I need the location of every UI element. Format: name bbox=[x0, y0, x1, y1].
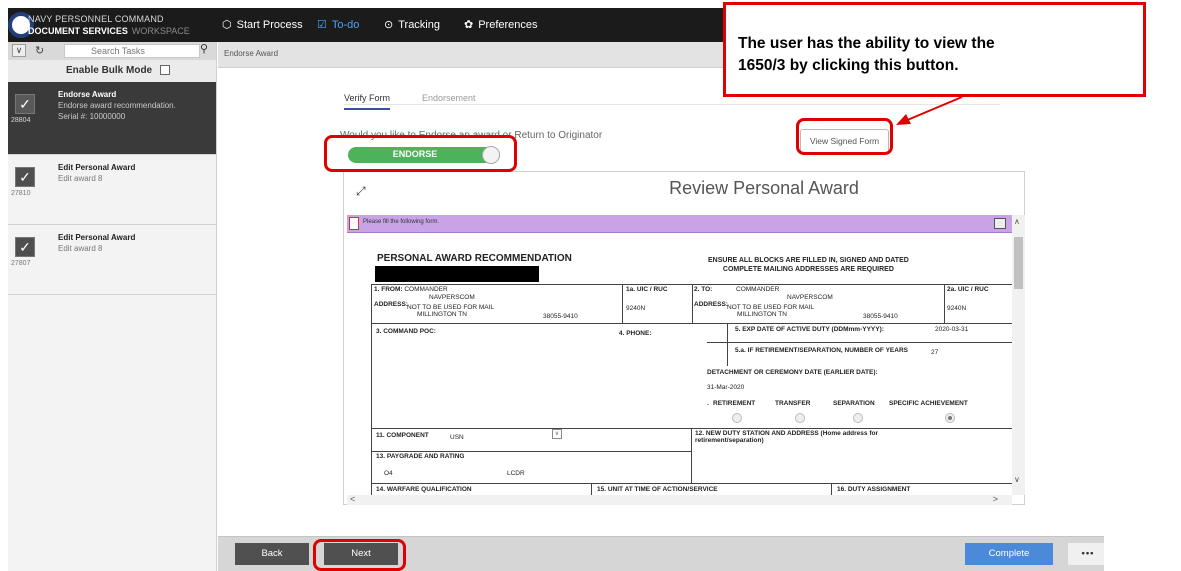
highlight-view-signed-form bbox=[796, 118, 893, 155]
arrow-shaft bbox=[904, 96, 963, 122]
annotation-arrow bbox=[896, 96, 963, 125]
highlight-next-button bbox=[313, 539, 406, 571]
highlight-endorse-toggle bbox=[324, 135, 517, 172]
arrow-head-icon bbox=[896, 114, 911, 125]
